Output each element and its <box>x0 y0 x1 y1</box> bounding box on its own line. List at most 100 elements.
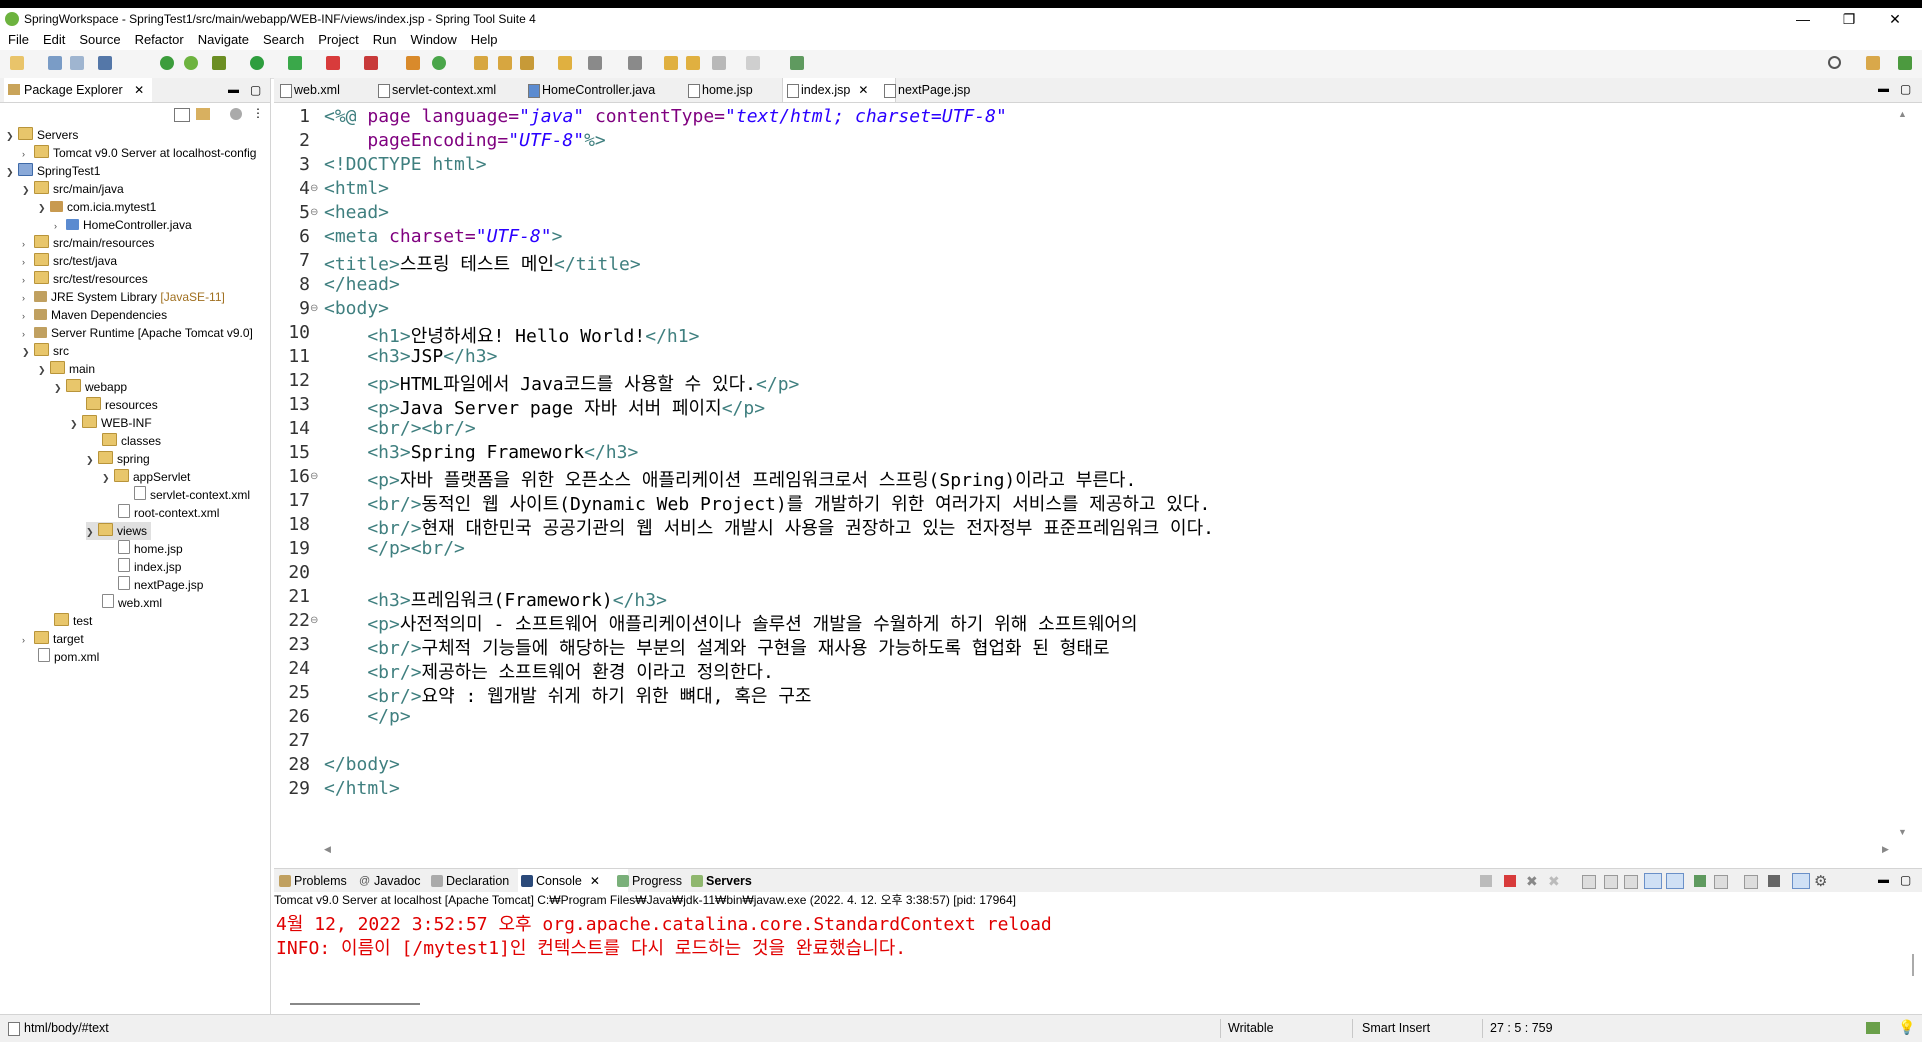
tree-item-server-runtime[interactable]: › Server Runtime [Apache Tomcat v9.0] <box>22 324 253 342</box>
link-with-editor-icon[interactable] <box>196 108 210 120</box>
view-menu-icon[interactable]: ⋮ <box>252 106 264 120</box>
tree-item-test[interactable]: test <box>54 612 92 630</box>
fold-toggle-icon[interactable]: ⊖ <box>310 303 318 314</box>
scroll-lock-icon[interactable] <box>1604 875 1618 889</box>
tree-item-tomcat-config[interactable]: › Tomcat v9.0 Server at localhost-config <box>22 144 256 162</box>
external-tools-icon[interactable] <box>364 56 378 70</box>
minimize-editor-icon[interactable]: ▬ <box>1878 83 1889 95</box>
menu-file[interactable]: File <box>0 30 35 50</box>
console-vertical-scrollbar[interactable] <box>1910 908 1922 1008</box>
gear-icon[interactable]: ⚙ <box>1814 872 1827 890</box>
tree-item-package[interactable]: ❯ com.icia.mytest1 <box>38 198 156 216</box>
pin-console-icon[interactable] <box>1694 875 1706 887</box>
search-tool-icon[interactable] <box>520 56 534 70</box>
menu-run[interactable]: Run <box>365 30 403 50</box>
minimize-panel-icon[interactable]: ▬ <box>1878 874 1889 886</box>
save-all-icon[interactable] <box>70 56 84 70</box>
menu-project[interactable]: Project <box>310 30 364 50</box>
tree-item-servers[interactable]: ❯ Servers <box>6 126 78 144</box>
new-java-project-icon[interactable] <box>406 56 420 70</box>
show-on-stdout-icon[interactable] <box>1644 873 1662 889</box>
pin-editor-icon[interactable] <box>790 56 804 70</box>
focus-icon[interactable] <box>230 108 242 120</box>
search-icon[interactable] <box>1828 56 1841 69</box>
view-menu-icon[interactable] <box>1768 875 1780 887</box>
tree-item-web-inf[interactable]: ❯ WEB-INF <box>70 414 152 432</box>
clear-console-icon[interactable] <box>1582 875 1596 889</box>
tab-web-xml[interactable]: web.xml <box>276 78 384 102</box>
open-perspective-icon[interactable] <box>1866 56 1880 70</box>
console-horizontal-scrollbar[interactable] <box>290 1003 420 1005</box>
tree-item-classes[interactable]: classes <box>102 432 161 450</box>
open-console-icon[interactable] <box>1744 875 1758 889</box>
tab-servlet-context[interactable]: servlet-context.xml <box>374 78 542 102</box>
fold-toggle-icon[interactable]: ⊖ <box>310 183 318 194</box>
tab-console[interactable]: Console ✕ <box>518 869 628 893</box>
scroll-down-icon[interactable]: ▼ <box>1898 827 1907 837</box>
boot-dashboard-icon[interactable] <box>160 56 174 70</box>
scroll-left-icon[interactable]: ◀ <box>324 844 331 855</box>
menu-window[interactable]: Window <box>403 30 463 50</box>
menu-search[interactable]: Search <box>255 30 310 50</box>
tree-item-root-context[interactable]: root-context.xml <box>118 504 219 522</box>
toggle-mark-icon[interactable] <box>558 56 572 70</box>
terminal-icon[interactable] <box>98 56 112 70</box>
new-icon[interactable] <box>10 56 24 70</box>
tree-item-src-main-java[interactable]: ❯ src/main/java <box>22 180 124 198</box>
tab-index-jsp[interactable]: index.jsp ✕ <box>782 78 896 102</box>
tab-homecontroller[interactable]: HomeController.java <box>524 78 702 102</box>
scrollbar-thumb[interactable] <box>1912 954 1914 976</box>
code-editor[interactable]: 1 2 3 4 5 6 7 8 9 10 11 12 13 14 15 16 1… <box>274 103 1896 842</box>
debug-icon[interactable] <box>212 56 226 70</box>
link-icon[interactable] <box>1792 873 1810 889</box>
last-edit-icon[interactable] <box>664 56 678 70</box>
tree-item-views[interactable]: ❯ views <box>86 522 152 540</box>
fold-toggle-icon[interactable]: ⊖ <box>310 471 318 482</box>
spring-icon[interactable] <box>184 56 198 70</box>
next-edit-icon[interactable] <box>686 56 700 70</box>
terminate-icon[interactable] <box>1504 875 1516 887</box>
package-explorer-tab[interactable]: Package Explorer ✕ <box>4 78 153 102</box>
tree-item-web-xml[interactable]: web.xml <box>102 594 162 612</box>
open-type-icon[interactable] <box>474 56 488 70</box>
close-icon[interactable]: ✕ <box>858 83 868 97</box>
tree-item-nextpage-jsp[interactable]: nextPage.jsp <box>118 576 203 594</box>
tree-item-homecontroller[interactable]: › HomeController.java <box>54 216 192 234</box>
maximize-editor-icon[interactable]: ▢ <box>1900 82 1911 96</box>
scroll-up-icon[interactable]: ▲ <box>1898 109 1907 119</box>
scroll-right-icon[interactable]: ▶ <box>1882 844 1889 855</box>
maximize-panel-icon[interactable]: ▢ <box>1900 873 1911 887</box>
menu-source[interactable]: Source <box>71 30 126 50</box>
tree-item-springtest1[interactable]: ❯ SpringTest1 <box>6 162 100 180</box>
menu-edit[interactable]: Edit <box>35 30 71 50</box>
remove-all-terminated-icon[interactable]: ✖ <box>1526 873 1538 890</box>
open-task-icon[interactable] <box>498 56 512 70</box>
tree-item-resources[interactable]: resources <box>86 396 158 414</box>
tree-item-servlet-context[interactable]: servlet-context.xml <box>134 486 250 504</box>
tab-home-jsp[interactable]: home.jsp <box>684 78 792 102</box>
tree-item-index-jsp[interactable]: index.jsp <box>118 558 181 576</box>
minimize-view-icon[interactable]: ▬ <box>228 84 239 96</box>
maximize-view-icon[interactable]: ▢ <box>250 83 261 97</box>
tree-item-src-main-resources[interactable]: › src/main/resources <box>22 234 154 252</box>
menu-help[interactable]: Help <box>463 30 504 50</box>
tree-item-spring[interactable]: ❯ spring <box>86 450 150 468</box>
maximize-button[interactable]: ❐ <box>1826 8 1872 30</box>
close-icon[interactable]: ✕ <box>134 83 144 97</box>
tree-item-target[interactable]: › target <box>22 630 84 648</box>
word-wrap-icon[interactable] <box>1624 875 1638 889</box>
minimize-button[interactable]: — <box>1780 8 1826 30</box>
remove-terminated-icon[interactable]: ✖ <box>1548 873 1560 890</box>
close-icon[interactable]: ✕ <box>590 874 600 888</box>
tab-nextpage-jsp[interactable]: nextPage.jsp <box>880 78 998 102</box>
console-output[interactable]: 4월 12, 2022 3:52:57 오후 org.apache.catali… <box>274 908 1910 1008</box>
spring-perspective-icon[interactable] <box>1898 56 1912 70</box>
editor-horizontal-scrollbar[interactable]: ◀ ▶ <box>322 842 1896 858</box>
close-button[interactable]: ✕ <box>1872 8 1918 30</box>
menu-navigate[interactable]: Navigate <box>190 30 255 50</box>
forward-icon[interactable] <box>746 56 760 70</box>
editor-vertical-scrollbar[interactable]: ▲ ▼ <box>1896 103 1910 842</box>
remove-launch-icon[interactable] <box>1480 875 1492 887</box>
tree-item-src[interactable]: ❯ src <box>22 342 69 360</box>
save-icon[interactable] <box>48 56 62 70</box>
